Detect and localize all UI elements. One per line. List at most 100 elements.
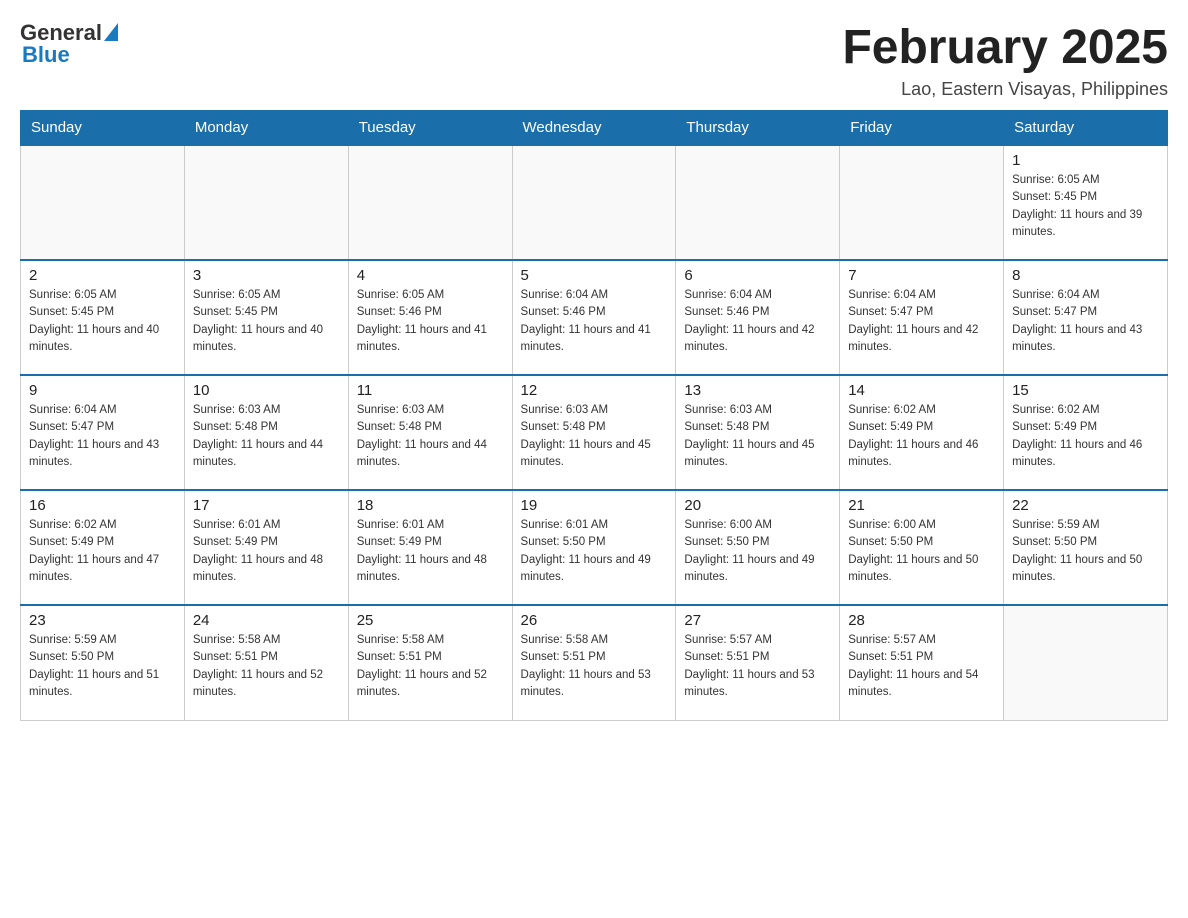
day-info: Sunrise: 6:04 AMSunset: 5:46 PMDaylight:… xyxy=(684,287,831,356)
day-number: 13 xyxy=(684,382,831,399)
day-number: 15 xyxy=(1012,382,1159,399)
calendar-cell xyxy=(512,145,676,260)
calendar-cell: 17 Sunrise: 6:01 AMSunset: 5:49 PMDayligh… xyxy=(184,490,348,605)
calendar-cell: 2 Sunrise: 6:05 AMSunset: 5:45 PMDaylight… xyxy=(21,260,185,375)
day-number: 5 xyxy=(521,267,668,284)
weekday-header-wednesday: Wednesday xyxy=(512,111,676,146)
calendar-cell: 27 Sunrise: 5:57 AMSunset: 5:51 PMDayligh… xyxy=(676,605,840,720)
day-number: 27 xyxy=(684,612,831,629)
day-info: Sunrise: 6:02 AMSunset: 5:49 PMDaylight:… xyxy=(848,402,995,471)
weekday-header-monday: Monday xyxy=(184,111,348,146)
month-title: February 2025 xyxy=(842,20,1168,75)
logo-triangle-icon xyxy=(104,23,118,41)
calendar-cell: 8 Sunrise: 6:04 AMSunset: 5:47 PMDaylight… xyxy=(1004,260,1168,375)
day-info: Sunrise: 5:59 AMSunset: 5:50 PMDaylight:… xyxy=(29,632,176,701)
title-area: February 2025 Lao, Eastern Visayas, Phil… xyxy=(842,20,1168,100)
calendar-cell: 14 Sunrise: 6:02 AMSunset: 5:49 PMDayligh… xyxy=(840,375,1004,490)
calendar-cell xyxy=(21,145,185,260)
calendar-cell xyxy=(184,145,348,260)
day-info: Sunrise: 6:03 AMSunset: 5:48 PMDaylight:… xyxy=(521,402,668,471)
day-info: Sunrise: 6:01 AMSunset: 5:49 PMDaylight:… xyxy=(357,517,504,586)
calendar-cell: 1 Sunrise: 6:05 AMSunset: 5:45 PMDaylight… xyxy=(1004,145,1168,260)
weekday-header-saturday: Saturday xyxy=(1004,111,1168,146)
logo: General Blue xyxy=(20,20,118,68)
calendar-cell: 22 Sunrise: 5:59 AMSunset: 5:50 PMDayligh… xyxy=(1004,490,1168,605)
calendar-cell: 28Sunrise: 5:57 AMSunset: 5:51 PMDayligh… xyxy=(840,605,1004,720)
day-number: 21 xyxy=(848,497,995,514)
day-info: Sunrise: 6:05 AMSunset: 5:45 PMDaylight:… xyxy=(29,287,176,356)
day-info: Sunrise: 5:59 AMSunset: 5:50 PMDaylight:… xyxy=(1012,517,1159,586)
weekday-header-sunday: Sunday xyxy=(21,111,185,146)
day-number: 2 xyxy=(29,267,176,284)
weekday-header-thursday: Thursday xyxy=(676,111,840,146)
day-info: Sunrise: 6:00 AMSunset: 5:50 PMDaylight:… xyxy=(848,517,995,586)
day-info: Sunrise: 5:57 AMSunset: 5:51 PMDaylight:… xyxy=(684,632,831,701)
day-info: Sunrise: 6:04 AMSunset: 5:47 PMDaylight:… xyxy=(848,287,995,356)
day-number: 8 xyxy=(1012,267,1159,284)
calendar-week-4: 16 Sunrise: 6:02 AMSunset: 5:49 PMDayligh… xyxy=(21,490,1168,605)
day-number: 16 xyxy=(29,497,176,514)
calendar-cell xyxy=(1004,605,1168,720)
calendar-cell: 10 Sunrise: 6:03 AMSunset: 5:48 PMDayligh… xyxy=(184,375,348,490)
calendar-cell: 18 Sunrise: 6:01 AMSunset: 5:49 PMDayligh… xyxy=(348,490,512,605)
calendar-cell xyxy=(676,145,840,260)
day-number: 20 xyxy=(684,497,831,514)
day-number: 3 xyxy=(193,267,340,284)
calendar-cell: 21 Sunrise: 6:00 AMSunset: 5:50 PMDayligh… xyxy=(840,490,1004,605)
day-number: 19 xyxy=(521,497,668,514)
calendar-cell xyxy=(840,145,1004,260)
calendar-cell: 26Sunrise: 5:58 AMSunset: 5:51 PMDayligh… xyxy=(512,605,676,720)
day-info: Sunrise: 6:05 AMSunset: 5:46 PMDaylight:… xyxy=(357,287,504,356)
day-info: Sunrise: 6:00 AMSunset: 5:50 PMDaylight:… xyxy=(684,517,831,586)
calendar-cell: 3 Sunrise: 6:05 AMSunset: 5:45 PMDaylight… xyxy=(184,260,348,375)
day-number: 4 xyxy=(357,267,504,284)
weekday-header-friday: Friday xyxy=(840,111,1004,146)
day-number: 28 xyxy=(848,612,995,629)
weekday-header-tuesday: Tuesday xyxy=(348,111,512,146)
day-number: 1 xyxy=(1012,152,1159,169)
day-number: 26 xyxy=(521,612,668,629)
calendar-week-3: 9Sunrise: 6:04 AMSunset: 5:47 PMDaylight… xyxy=(21,375,1168,490)
calendar-cell: 16 Sunrise: 6:02 AMSunset: 5:49 PMDayligh… xyxy=(21,490,185,605)
day-number: 12 xyxy=(521,382,668,399)
day-number: 14 xyxy=(848,382,995,399)
day-info: Sunrise: 6:01 AMSunset: 5:50 PMDaylight:… xyxy=(521,517,668,586)
location-subtitle: Lao, Eastern Visayas, Philippines xyxy=(842,79,1168,100)
day-number: 7 xyxy=(848,267,995,284)
calendar-cell: 4 Sunrise: 6:05 AMSunset: 5:46 PMDaylight… xyxy=(348,260,512,375)
day-number: 6 xyxy=(684,267,831,284)
calendar-cell: 9Sunrise: 6:04 AMSunset: 5:47 PMDaylight… xyxy=(21,375,185,490)
calendar-table: SundayMondayTuesdayWednesdayThursdayFrid… xyxy=(20,110,1168,721)
day-info: Sunrise: 6:05 AMSunset: 5:45 PMDaylight:… xyxy=(1012,172,1159,241)
day-number: 18 xyxy=(357,497,504,514)
calendar-cell: 11Sunrise: 6:03 AMSunset: 5:48 PMDayligh… xyxy=(348,375,512,490)
day-number: 25 xyxy=(357,612,504,629)
calendar-cell: 20 Sunrise: 6:00 AMSunset: 5:50 PMDayligh… xyxy=(676,490,840,605)
day-number: 22 xyxy=(1012,497,1159,514)
calendar-cell: 13 Sunrise: 6:03 AMSunset: 5:48 PMDayligh… xyxy=(676,375,840,490)
calendar-week-5: 23 Sunrise: 5:59 AMSunset: 5:50 PMDayligh… xyxy=(21,605,1168,720)
day-info: Sunrise: 6:03 AMSunset: 5:48 PMDaylight:… xyxy=(684,402,831,471)
calendar-cell: 24Sunrise: 5:58 AMSunset: 5:51 PMDayligh… xyxy=(184,605,348,720)
calendar-cell: 5 Sunrise: 6:04 AMSunset: 5:46 PMDaylight… xyxy=(512,260,676,375)
calendar-week-1: 1 Sunrise: 6:05 AMSunset: 5:45 PMDaylight… xyxy=(21,145,1168,260)
calendar-cell: 23 Sunrise: 5:59 AMSunset: 5:50 PMDayligh… xyxy=(21,605,185,720)
day-number: 23 xyxy=(29,612,176,629)
day-info: Sunrise: 6:02 AMSunset: 5:49 PMDaylight:… xyxy=(29,517,176,586)
day-number: 17 xyxy=(193,497,340,514)
day-info: Sunrise: 6:03 AMSunset: 5:48 PMDaylight:… xyxy=(193,402,340,471)
day-info: Sunrise: 6:05 AMSunset: 5:45 PMDaylight:… xyxy=(193,287,340,356)
day-info: Sunrise: 6:01 AMSunset: 5:49 PMDaylight:… xyxy=(193,517,340,586)
logo-blue-text: Blue xyxy=(20,42,70,68)
day-info: Sunrise: 6:04 AMSunset: 5:46 PMDaylight:… xyxy=(521,287,668,356)
weekday-header-row: SundayMondayTuesdayWednesdayThursdayFrid… xyxy=(21,111,1168,146)
calendar-cell: 12 Sunrise: 6:03 AMSunset: 5:48 PMDayligh… xyxy=(512,375,676,490)
calendar-week-2: 2 Sunrise: 6:05 AMSunset: 5:45 PMDaylight… xyxy=(21,260,1168,375)
calendar-cell: 15Sunrise: 6:02 AMSunset: 5:49 PMDayligh… xyxy=(1004,375,1168,490)
day-number: 10 xyxy=(193,382,340,399)
page-header: General Blue February 2025 Lao, Eastern … xyxy=(20,20,1168,100)
calendar-cell: 7 Sunrise: 6:04 AMSunset: 5:47 PMDaylight… xyxy=(840,260,1004,375)
day-info: Sunrise: 6:03 AMSunset: 5:48 PMDaylight:… xyxy=(357,402,504,471)
calendar-cell: 25Sunrise: 5:58 AMSunset: 5:51 PMDayligh… xyxy=(348,605,512,720)
day-info: Sunrise: 6:04 AMSunset: 5:47 PMDaylight:… xyxy=(1012,287,1159,356)
